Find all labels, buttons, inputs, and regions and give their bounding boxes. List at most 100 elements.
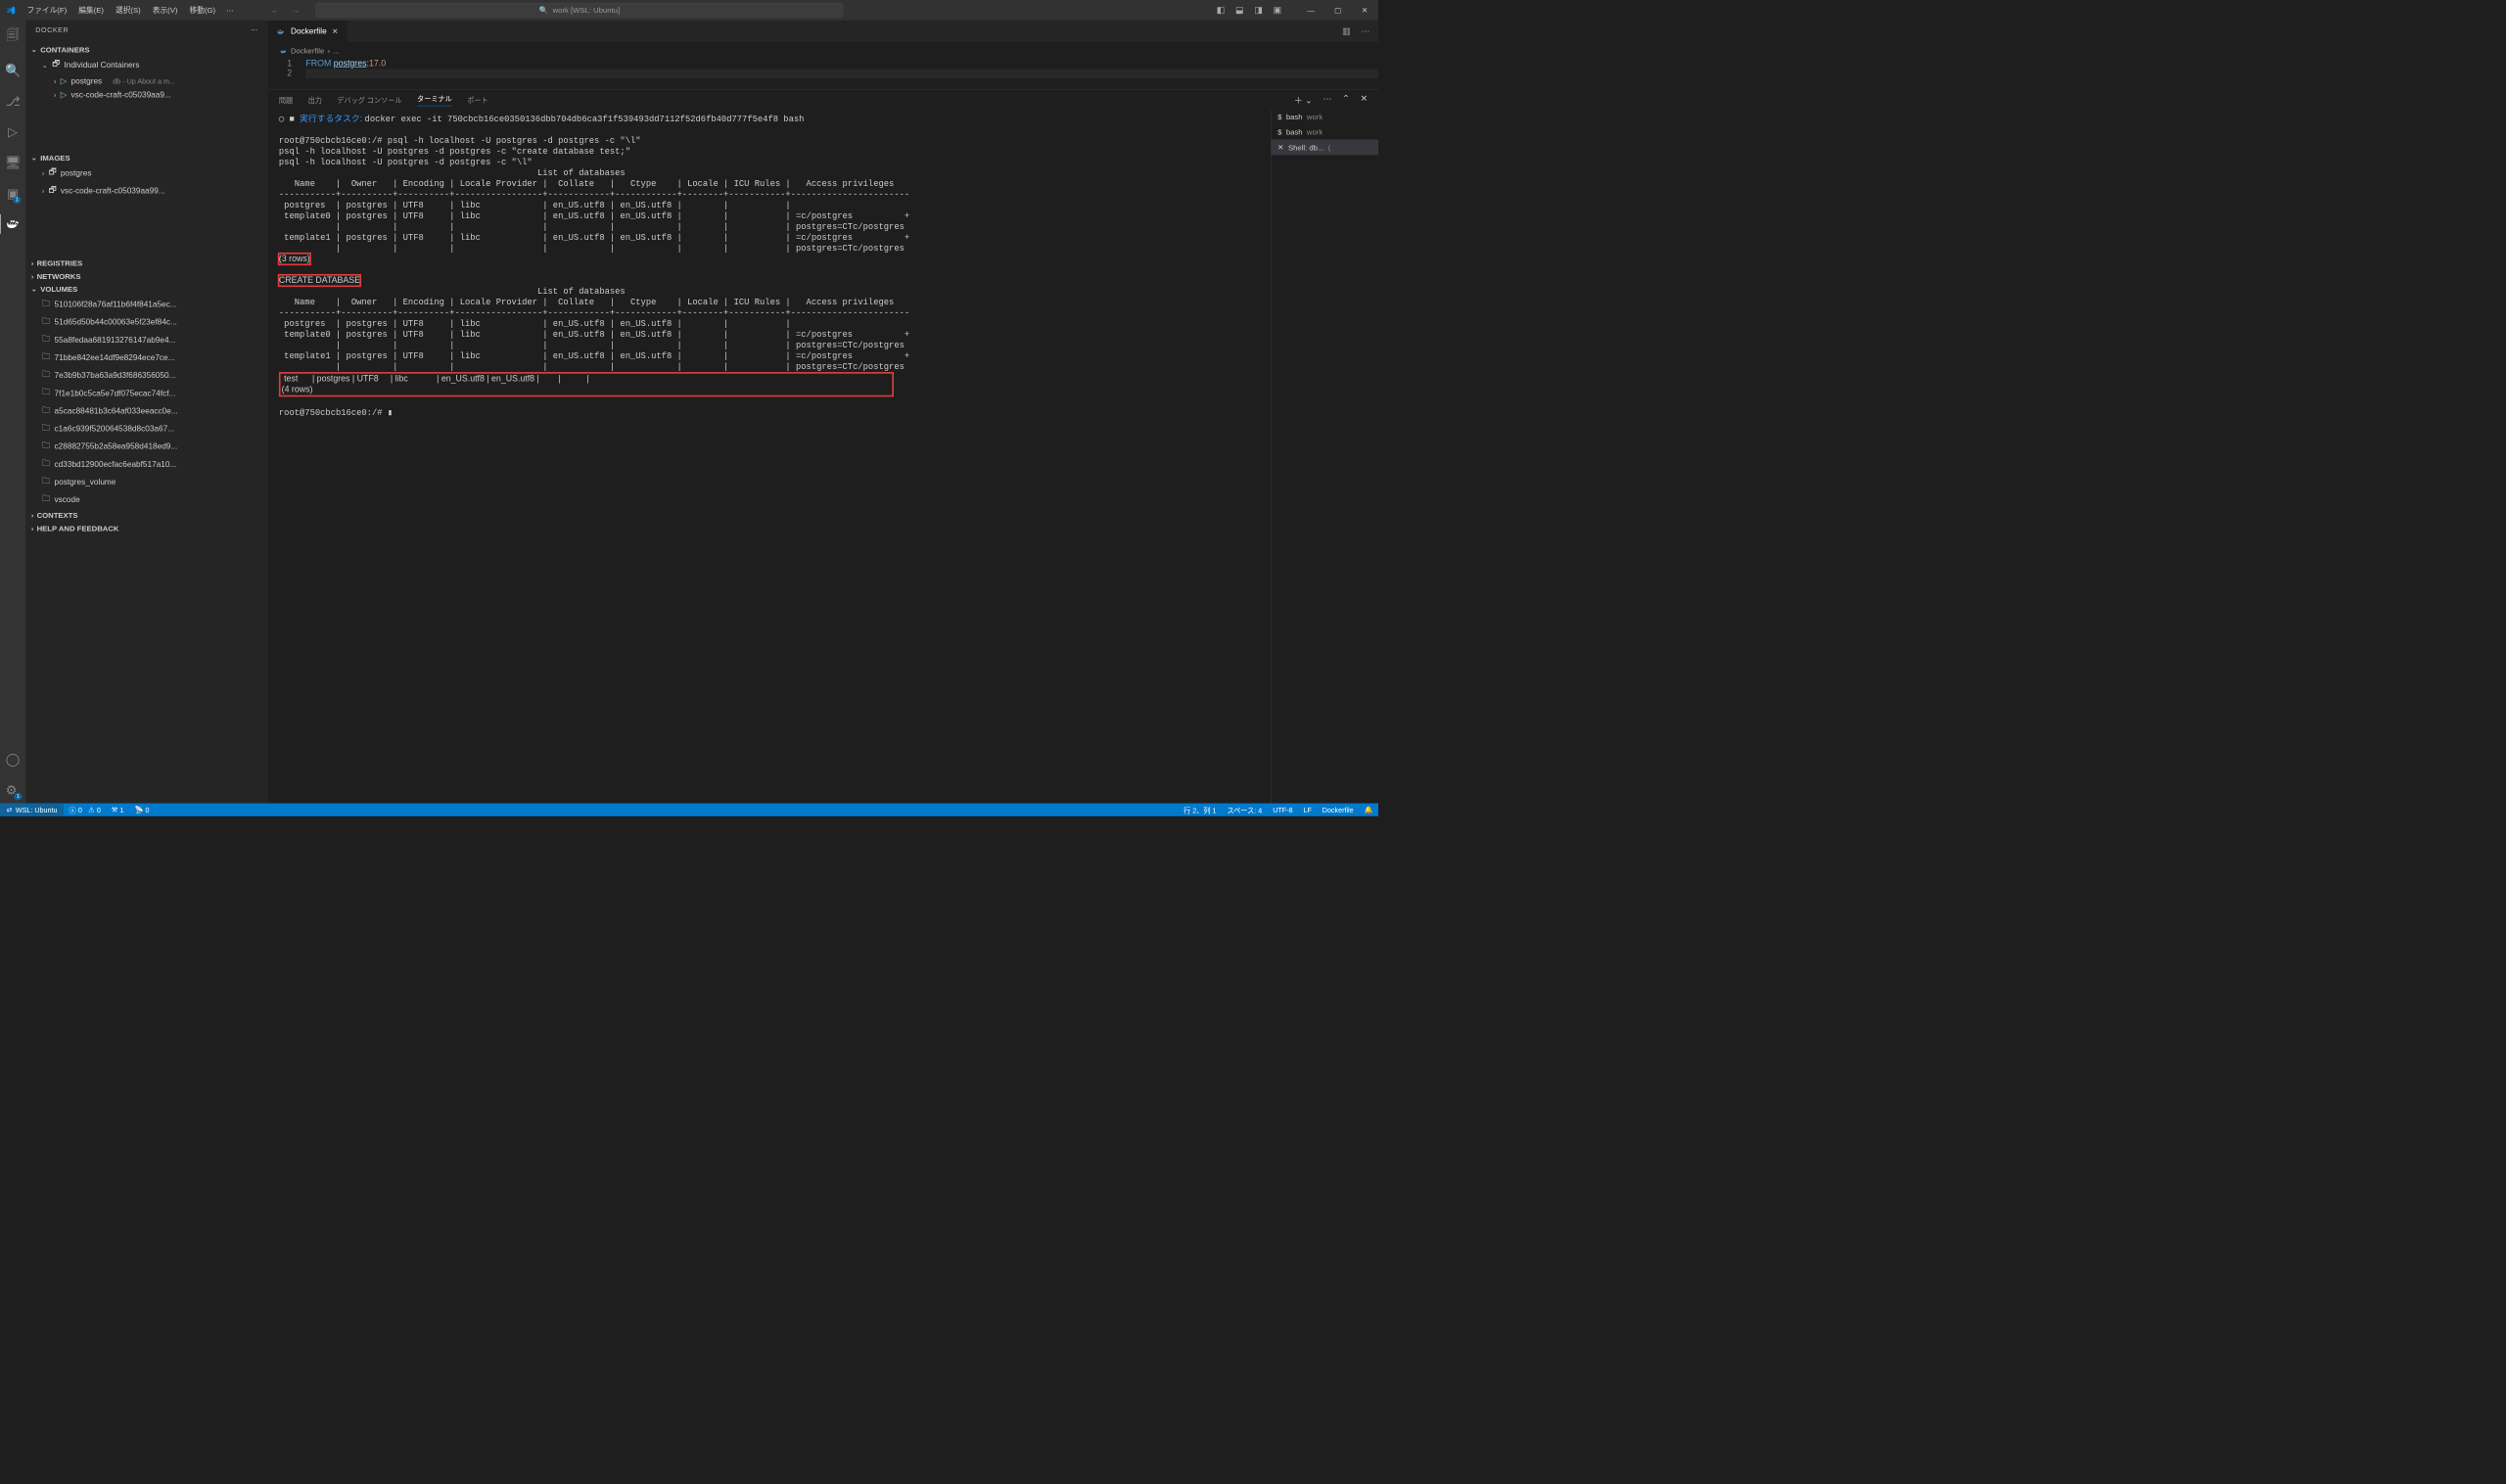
activity-bar: 🗐 🔍 ⎇ ▷ 🖥 ▣1 ◯ ⚙1 [0, 21, 25, 804]
section-containers[interactable]: ⌄CONTAINERS [25, 43, 268, 56]
remote-icon: ⇄ [7, 806, 13, 814]
activity-explorer-icon[interactable]: 🗐 [7, 25, 20, 48]
editor-more-icon[interactable]: ⋯ [1361, 25, 1369, 36]
section-volumes[interactable]: ⌄VOLUMES [25, 283, 268, 296]
panel-tab-output[interactable]: 出力 [308, 95, 322, 105]
terminal-list-item[interactable]: ✕Shell: db... ( [1272, 139, 1378, 155]
panel-tab-debug[interactable]: デバッグ コンソール [337, 95, 401, 105]
section-help[interactable]: ›HELP AND FEEDBACK [25, 522, 268, 534]
image-postgres[interactable]: ›🗗postgres [25, 164, 268, 182]
containers-group[interactable]: ⌄🗗Individual Containers [25, 56, 268, 73]
window-close[interactable]: ✕ [1352, 6, 1379, 15]
editor-split-icon[interactable]: ▥ [1342, 25, 1350, 36]
terminal-icon: $ [1277, 113, 1281, 121]
breadcrumb[interactable]: Dockerfile›... [268, 42, 1378, 60]
panel-close-icon[interactable]: ✕ [1361, 93, 1368, 106]
menu-go[interactable]: 移動(G) [184, 3, 221, 18]
menu-edit[interactable]: 編集(E) [73, 3, 110, 18]
nav-forward-icon[interactable]: → [292, 6, 300, 15]
terminal-list: $bash work$bash work✕Shell: db... ( [1271, 110, 1378, 804]
status-line-col[interactable]: 行 2、列 1 [1179, 805, 1222, 814]
section-contexts[interactable]: ›CONTEXTS [25, 509, 268, 522]
section-registries[interactable]: ›REGISTRIES [25, 256, 268, 269]
status-bar: ⇄WSL: Ubuntu ⓧ0 ⚠0 ⚒1 📡0 行 2、列 1 スペース: 4… [0, 804, 1378, 816]
vscode-icon [0, 6, 22, 16]
panel-maximize-icon[interactable]: ⌃ [1342, 93, 1349, 106]
terminal-icon: ✕ [1277, 143, 1283, 152]
tab-close-icon[interactable]: ✕ [332, 26, 338, 35]
status-radio[interactable]: 📡0 [129, 806, 155, 814]
status-language[interactable]: Dockerfile [1317, 805, 1359, 814]
window-minimize[interactable]: — [1298, 6, 1325, 15]
tab-label: Dockerfile [291, 26, 327, 35]
volume-item[interactable]: 🗀51d65d50b44c00063e5f23ef84c... [25, 313, 268, 331]
activity-docker-icon[interactable] [6, 216, 20, 230]
status-spaces[interactable]: スペース: 4 [1222, 805, 1268, 814]
title-bar: ファイル(F) 編集(E) 選択(S) 表示(V) 移動(G) ⋯ ← → 🔍 … [0, 0, 1378, 21]
volume-item[interactable]: 🗀71bbe842ee14df9e8294ece7ce... [25, 348, 268, 366]
panel: 問題 出力 デバッグ コンソール ターミナル ポート ＋ ⌄ ⋯ ⌃ ✕ ◯ ■… [268, 89, 1378, 803]
panel-tab-terminal[interactable]: ターミナル [417, 93, 452, 106]
volume-item[interactable]: 🗀510106f28a76af11b6f4f841a5ec... [25, 296, 268, 313]
menu-file[interactable]: ファイル(F) [22, 3, 72, 18]
window-maximize[interactable]: ▢ [1324, 6, 1352, 15]
radio-icon: 📡 [134, 806, 143, 814]
ports-icon: ⚒ [112, 806, 117, 814]
volume-item[interactable]: 🗀a5cac88481b3c64af033eeacc0e... [25, 402, 268, 420]
volume-item[interactable]: 🗀cd33bd12900ecfac6eabf517a10... [25, 455, 268, 473]
status-eol[interactable]: LF [1298, 805, 1317, 814]
layout-customize-icon[interactable]: ▣ [1274, 5, 1281, 16]
status-remote[interactable]: ⇄WSL: Ubuntu [0, 804, 64, 816]
activity-extensions-icon[interactable]: ▣1 [7, 186, 19, 202]
volume-item[interactable]: 🗀7e3b9b37ba63a9d3f686356050... [25, 367, 268, 385]
volume-item[interactable]: 🗀postgres_volume [25, 473, 268, 490]
sidebar-more-icon[interactable]: ⋯ [251, 25, 258, 34]
command-center-text: work [WSL: Ubuntu] [553, 6, 620, 15]
terminal-new-icon[interactable]: ＋ ⌄ [1294, 93, 1313, 106]
menu-overflow[interactable]: ⋯ [221, 4, 240, 18]
section-images[interactable]: ⌄IMAGES [25, 152, 268, 164]
layout-left-icon[interactable]: ◧ [1217, 5, 1225, 16]
terminal-list-item[interactable]: $bash work [1272, 124, 1378, 139]
terminal-more-icon[interactable]: ⋯ [1323, 93, 1331, 106]
activity-account-icon[interactable]: ◯ [6, 752, 21, 767]
activity-scm-icon[interactable]: ⎇ [6, 94, 21, 110]
container-vsc[interactable]: ›▷vsc-code-craft-c05039aa9... [25, 88, 268, 102]
activity-search-icon[interactable]: 🔍 [5, 63, 21, 78]
search-icon: 🔍 [539, 6, 549, 15]
status-ports[interactable]: ⚒1 [106, 806, 129, 814]
error-icon: ⓧ [70, 805, 76, 814]
image-vsc[interactable]: ›🗗vsc-code-craft-c05039aa99... [25, 182, 268, 200]
volume-item[interactable]: 🗀7f1e1b0c5ca5e7df075ecac74fcf... [25, 385, 268, 402]
status-notifications-icon[interactable]: 🔔 [1359, 805, 1378, 814]
status-encoding[interactable]: UTF-8 [1268, 805, 1298, 814]
activity-remote-icon[interactable]: 🖥 [5, 155, 22, 170]
volume-item[interactable]: 🗀vscode [25, 491, 268, 509]
volume-item[interactable]: 🗀c1a6c939f520064538d8c03a67... [25, 420, 268, 438]
section-networks[interactable]: ›NETWORKS [25, 270, 268, 283]
command-center[interactable]: 🔍 work [WSL: Ubuntu] [315, 3, 843, 18]
terminal[interactable]: ◯ ■ 実行するタスク: docker exec -it 750cbcb16ce… [268, 110, 1271, 804]
nav-back-icon[interactable]: ← [271, 6, 279, 15]
menu-select[interactable]: 選択(S) [111, 3, 147, 18]
warning-icon: ⚠ [88, 806, 94, 814]
container-postgres[interactable]: ›▷postgres db - Up About a m... [25, 73, 268, 87]
status-errors[interactable]: ⓧ0 ⚠0 [64, 805, 106, 814]
docker-file-icon [277, 27, 286, 36]
volume-item[interactable]: 🗀c28882755b2a58ea958d418ed9... [25, 438, 268, 455]
sidebar-title: DOCKER [35, 25, 69, 34]
terminal-list-item[interactable]: $bash work [1272, 110, 1378, 124]
panel-tab-problems[interactable]: 問題 [279, 95, 293, 105]
activity-settings-icon[interactable]: ⚙1 [6, 782, 21, 798]
layout-bottom-icon[interactable]: ⬓ [1235, 5, 1243, 16]
line-number: 1 [268, 60, 306, 70]
docker-file-icon [280, 47, 288, 55]
editor[interactable]: 1FROM postgres:17.0 2 [268, 60, 1378, 90]
activity-debug-icon[interactable]: ▷ [8, 124, 18, 140]
panel-tab-ports[interactable]: ポート [467, 95, 487, 105]
volume-item[interactable]: 🗀55a8fedaa681913276147ab9e4... [25, 331, 268, 348]
tab-dockerfile[interactable]: Dockerfile ✕ [268, 21, 348, 42]
sidebar: DOCKER ⋯ ⌄CONTAINERS ⌄🗗Individual Contai… [25, 21, 268, 804]
menu-view[interactable]: 表示(V) [147, 3, 183, 18]
layout-right-icon[interactable]: ◨ [1254, 5, 1262, 16]
